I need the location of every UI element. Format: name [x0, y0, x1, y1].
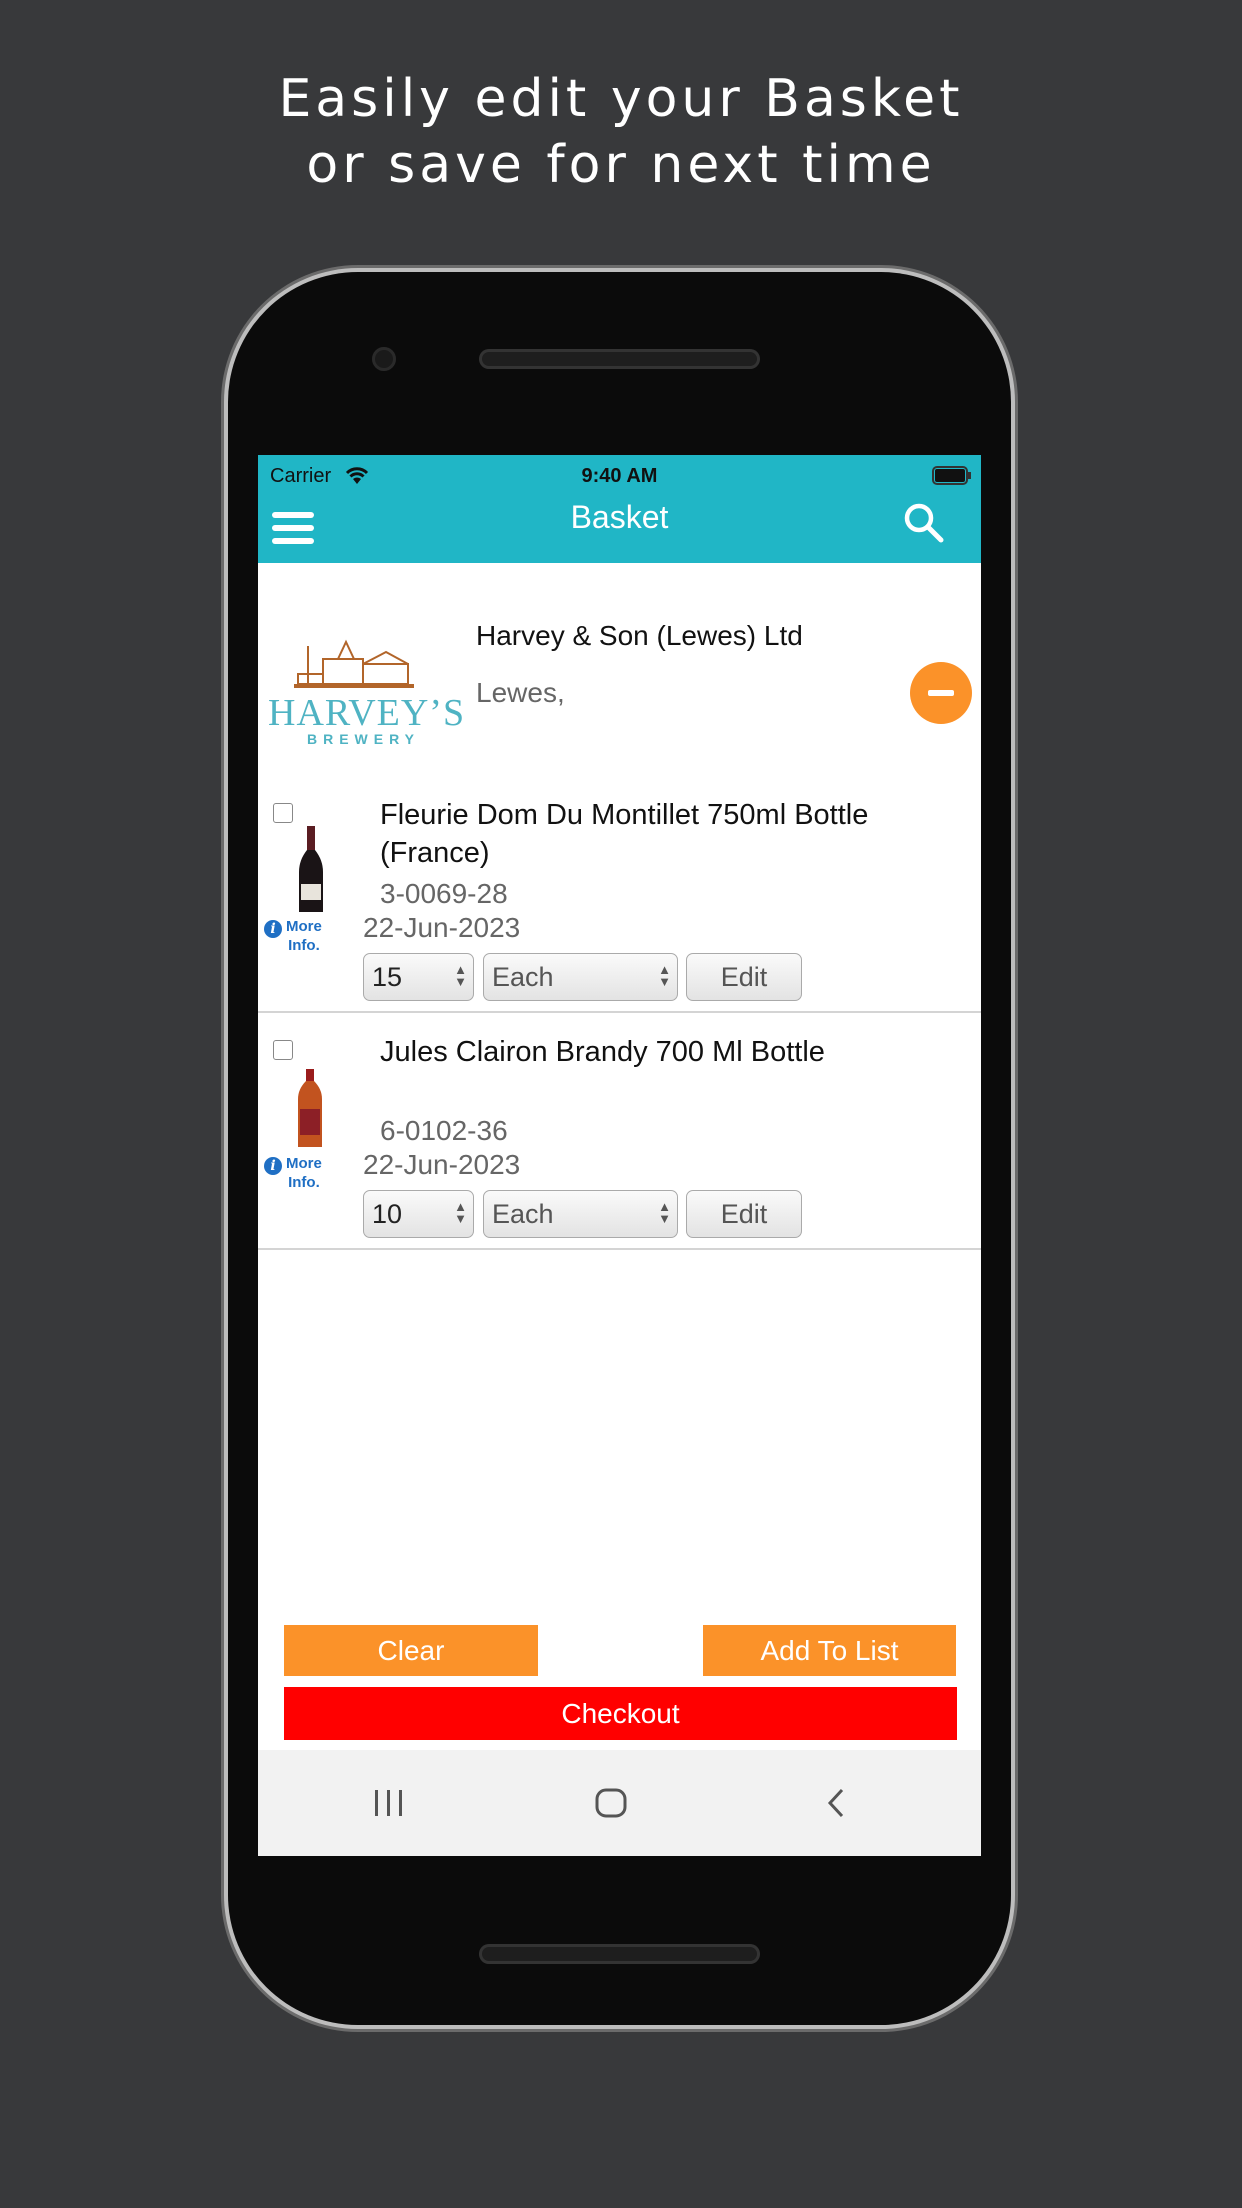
checkout-button[interactable]: Checkout [284, 1687, 957, 1740]
item-name: Jules Clairon Brandy 700 Ml Bottle [380, 1036, 825, 1068]
logo-text: HARVEY’S [268, 692, 466, 734]
add-to-list-button[interactable]: Add To List [703, 1625, 956, 1676]
brandy-bottle-image [298, 1069, 322, 1147]
info-icon[interactable]: i [264, 1157, 282, 1175]
battery-icon [932, 466, 971, 485]
select-arrows-icon: ▲ ▼ [658, 1199, 671, 1226]
minus-circle-icon [928, 690, 954, 696]
clear-button[interactable]: Clear [284, 1625, 538, 1676]
app-screen: Carrier 9:40 AM Basket HARVEY’S BREWERY … [258, 455, 981, 1856]
unit-select[interactable]: Each ▲ ▼ [483, 953, 678, 1001]
remove-supplier-button[interactable] [910, 662, 972, 724]
home-icon[interactable] [594, 1787, 628, 1819]
item-date: 22-Jun-2023 [363, 912, 521, 943]
item-checkbox[interactable] [273, 803, 293, 823]
stepper-arrows-icon: ▲ ▼ [454, 1199, 467, 1226]
unit-select[interactable]: Each ▲ ▼ [483, 1190, 678, 1238]
quantity-stepper[interactable]: 15 ▲ ▼ [363, 953, 474, 1001]
item-name: Fleurie Dom Du Montillet 750ml Bottle (Fr… [380, 799, 869, 869]
android-nav-bar [258, 1750, 981, 1856]
basket-item: i More Info. Fleurie Dom Du Montillet 750… [258, 790, 981, 1012]
recent-apps-icon[interactable] [372, 1788, 406, 1818]
select-arrows-icon: ▲ ▼ [658, 962, 671, 989]
wine-bottle-image [299, 826, 323, 912]
supplier-logo: HARVEY’S BREWERY [268, 634, 466, 747]
bottom-speaker [479, 1944, 760, 1964]
back-icon[interactable] [824, 1787, 848, 1819]
quantity-stepper[interactable]: 10 ▲ ▼ [363, 1190, 474, 1238]
top-bar: Carrier 9:40 AM Basket [258, 455, 981, 563]
basket-item: i More Info. Jules Clairon Brandy 700 Ml … [258, 1027, 981, 1249]
brewery-illustration [294, 639, 414, 688]
earpiece [479, 349, 760, 369]
more-info-link[interactable]: More Info. [286, 1154, 322, 1192]
item-date: 22-Jun-2023 [363, 1149, 521, 1180]
info-icon[interactable]: i [264, 920, 282, 938]
edit-button[interactable]: Edit [686, 1190, 802, 1238]
item-code: 3-0069-28 [380, 878, 508, 909]
supplier-name: Harvey & Son (Lewes) Ltd [476, 620, 803, 651]
item-code: 6-0102-36 [380, 1115, 508, 1146]
search-icon[interactable] [903, 502, 945, 544]
stepper-arrows-icon: ▲ ▼ [454, 962, 467, 989]
item-checkbox[interactable] [273, 1040, 293, 1060]
camera [372, 347, 396, 371]
more-info-link[interactable]: More Info. [286, 917, 322, 955]
clock: 9:40 AM [581, 465, 658, 487]
supplier-location: Lewes, [476, 677, 565, 708]
divider [258, 1011, 981, 1013]
edit-button[interactable]: Edit [686, 953, 802, 1001]
page-title: Basket [570, 499, 669, 535]
divider [258, 1248, 981, 1250]
headline: Easily edit your Basket or save for next… [278, 69, 964, 195]
